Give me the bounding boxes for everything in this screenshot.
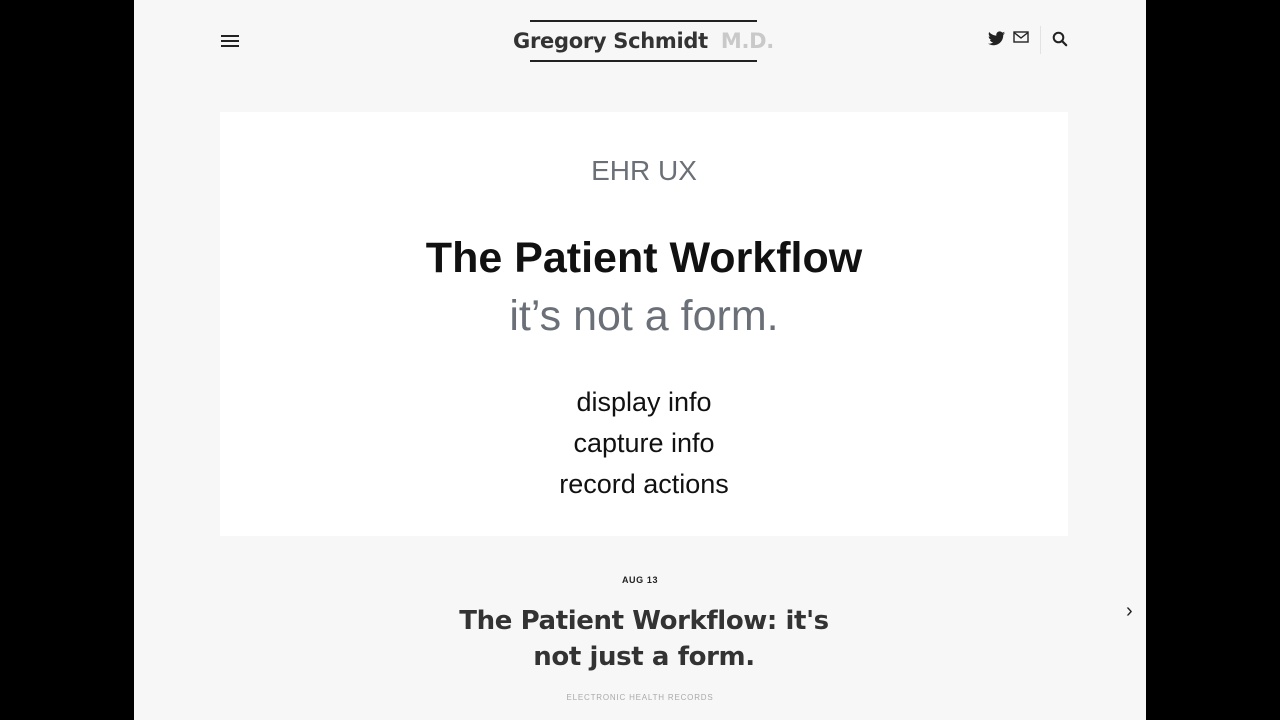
post-title-link[interactable]: The Patient Workflow: it's not just a fo…	[434, 603, 854, 675]
hero-title: The Patient Workflow	[425, 234, 863, 282]
header-divider	[1040, 26, 1041, 54]
hero-item: capture info	[573, 428, 715, 458]
hero-subtitle: it’s not a form.	[509, 292, 779, 340]
next-post-arrow[interactable]: ›	[1126, 600, 1133, 623]
site-suffix: M.D.	[720, 29, 774, 53]
twitter-icon	[988, 31, 1005, 46]
mail-icon	[1013, 31, 1029, 43]
twitter-link[interactable]	[988, 31, 1005, 46]
hero-item: display info	[576, 387, 712, 417]
hero-item-list: display info capture info record actions	[220, 382, 1068, 505]
search-icon	[1052, 31, 1068, 47]
page: Gregory Schmidt M.D. EHR UX The Patient …	[134, 0, 1146, 720]
menu-icon-bar	[221, 40, 239, 42]
featured-image[interactable]: EHR UX The Patient Workflow it’s not a f…	[220, 112, 1068, 536]
hero-item: record actions	[559, 469, 729, 499]
menu-icon	[221, 35, 239, 37]
hero-category: EHR UX	[591, 155, 697, 186]
menu-button[interactable]	[220, 32, 240, 50]
site-title[interactable]: Gregory Schmidt M.D.	[513, 20, 774, 62]
menu-icon-bar	[221, 45, 239, 47]
email-link[interactable]	[1013, 31, 1029, 43]
site-name: Gregory Schmidt	[513, 29, 708, 53]
search-button[interactable]	[1052, 31, 1068, 47]
post-date: AUG 13	[621, 575, 659, 585]
post-category-link[interactable]: ELECTRONIC HEALTH RECORDS	[134, 693, 1146, 702]
